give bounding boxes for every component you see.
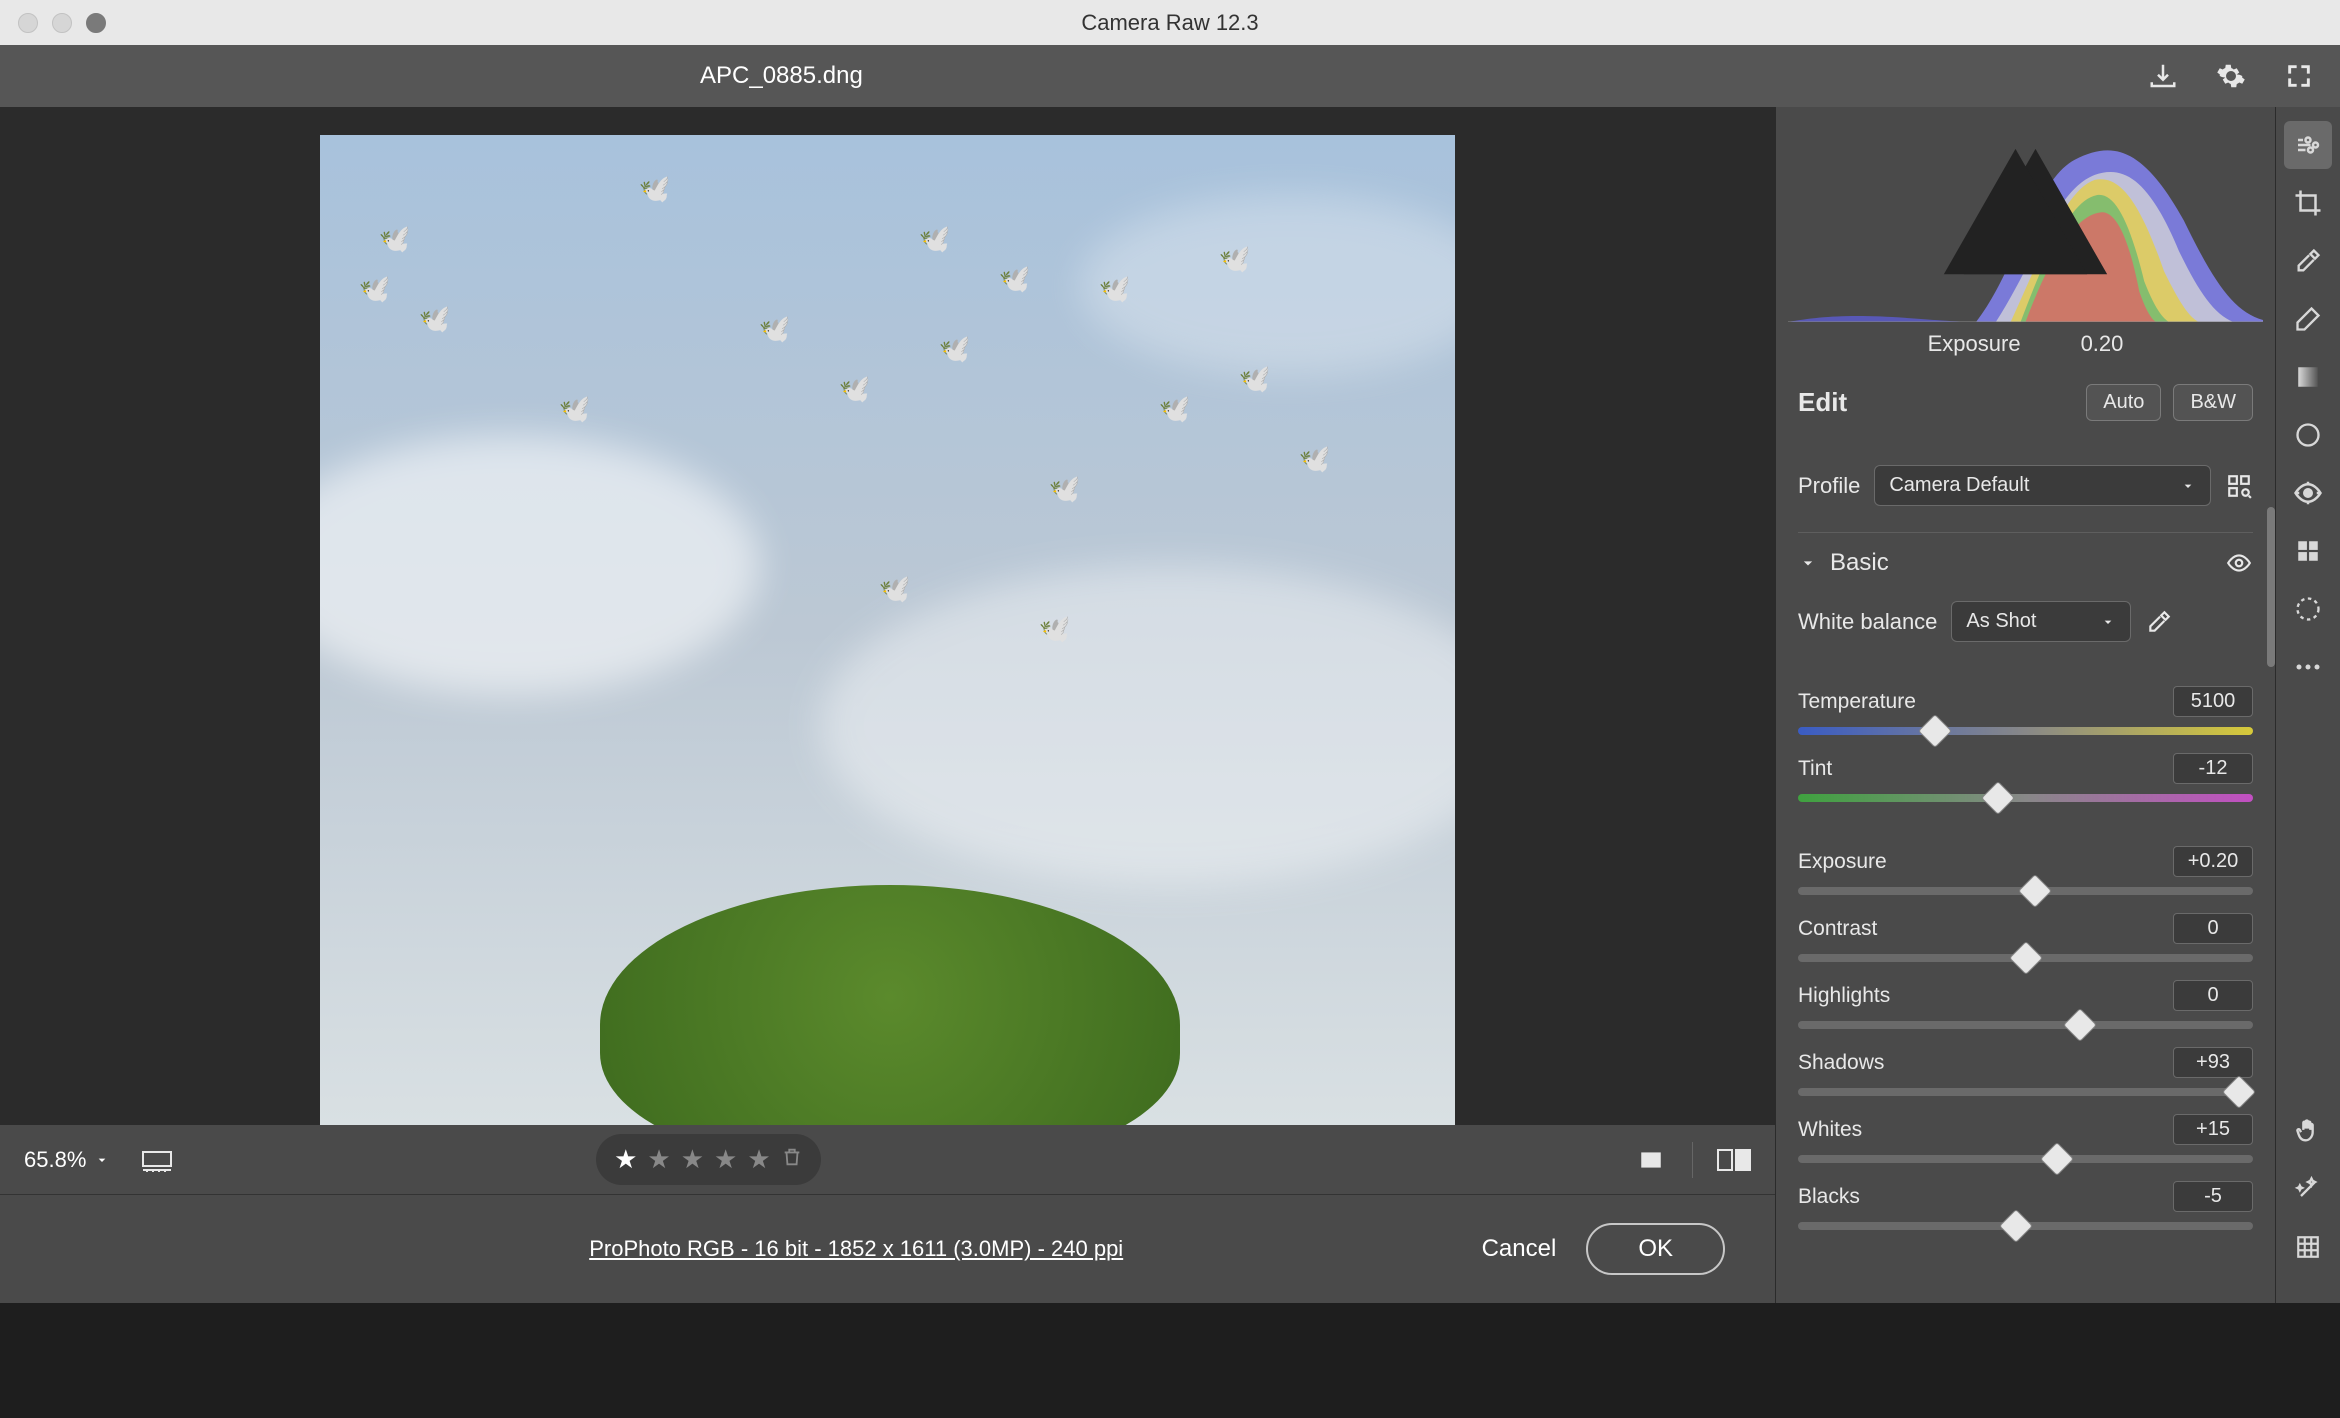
chevron-down-icon [94,1152,110,1168]
compare-view-icon[interactable] [1717,1143,1751,1177]
edit-title: Edit [1798,387,1847,418]
eyedropper-tool-icon[interactable] [2284,237,2332,285]
close-window-icon[interactable] [18,13,38,33]
before-view-icon[interactable] [1634,1143,1668,1177]
image-info[interactable]: ProPhoto RGB - 16 bit - 1852 x 1611 (3.0… [589,1236,1123,1262]
ok-button[interactable]: OK [1586,1223,1725,1275]
filmstrip-icon[interactable] [140,1143,174,1177]
exposure-slider[interactable]: Exposure +0.20 [1776,828,2275,895]
slider-value[interactable]: 5100 [2173,686,2253,717]
wb-value: As Shot [1966,610,2036,633]
slider-value[interactable]: 0 [2173,980,2253,1011]
hand-tool-icon[interactable] [2284,1107,2332,1155]
trash-icon[interactable] [781,1144,803,1175]
window-title: Camera Raw 12.3 [1081,10,1258,36]
slider-label: Tint [1798,757,1832,781]
magic-tool-icon[interactable] [2284,1165,2332,1213]
temperature-slider[interactable]: Temperature 5100 [1776,668,2275,735]
wb-eyedropper-icon[interactable] [2145,608,2173,636]
star-3[interactable]: ★ [681,1144,704,1175]
presets-tool-icon[interactable] [2284,527,2332,575]
slider-label: Contrast [1798,917,1877,941]
image-preview[interactable]: 🕊️ 🕊️ 🕊️ 🕊️ 🕊️ 🕊️ 🕊️ 🕊️ 🕊️ 🕊️ 🕊️ 🕊️ 🕊️ 🕊… [320,135,1455,1125]
slider-value[interactable]: +0.20 [2173,846,2253,877]
blacks-slider[interactable]: Blacks -5 [1776,1163,2275,1230]
basic-section-header[interactable]: Basic [1776,533,2275,587]
grid-tool-icon[interactable] [2284,1223,2332,1271]
minimize-window-icon[interactable] [52,13,72,33]
chevron-down-icon [1798,553,1818,573]
star-2[interactable]: ★ [647,1144,670,1175]
edit-panel: Exposure 0.20 Edit Auto B&W Profile Came… [1775,107,2275,1303]
profile-label: Profile [1798,473,1860,499]
star-4[interactable]: ★ [714,1144,737,1175]
chevron-down-icon [2100,614,2116,630]
slider-label: Whites [1798,1118,1862,1142]
highlight-clip-icon[interactable] [1766,113,2265,328]
slider-value[interactable]: 0 [2173,913,2253,944]
wb-label: White balance [1798,609,1937,635]
canvas-toolbar: 65.8% ★ ★ ★ ★ ★ [0,1125,1775,1194]
more-tool-icon[interactable] [2284,643,2332,691]
traffic-lights [18,13,106,33]
save-icon[interactable] [2146,59,2180,93]
divider [1692,1142,1693,1178]
basic-label: Basic [1830,549,1889,577]
profile-browser-icon[interactable] [2225,472,2253,500]
image-canvas-area[interactable]: 🕊️ 🕊️ 🕊️ 🕊️ 🕊️ 🕊️ 🕊️ 🕊️ 🕊️ 🕊️ 🕊️ 🕊️ 🕊️ 🕊… [0,107,1775,1125]
slider-label: Exposure [1798,850,1887,874]
histogram-label: Exposure [1928,331,2021,357]
auto-button[interactable]: Auto [2086,384,2161,421]
brush-tool-icon[interactable] [2284,295,2332,343]
whites-slider[interactable]: Whites +15 [1776,1096,2275,1163]
document-header: APC_0885.dng [0,45,2340,107]
contrast-slider[interactable]: Contrast 0 [1776,895,2275,962]
bw-button[interactable]: B&W [2173,384,2253,421]
crop-tool-icon[interactable] [2284,179,2332,227]
cancel-button[interactable]: Cancel [1482,1235,1557,1263]
zoom-window-icon[interactable] [86,13,106,33]
slider-value[interactable]: -12 [2173,753,2253,784]
zoom-value: 65.8% [24,1147,86,1173]
gradient-tool-icon[interactable] [2284,353,2332,401]
fullscreen-icon[interactable] [2282,59,2316,93]
titlebar: Camera Raw 12.3 [0,0,2340,45]
filename-label: APC_0885.dng [700,62,863,90]
radial-tool-icon[interactable] [2284,411,2332,459]
spot-tool-icon[interactable] [2284,585,2332,633]
slider-label: Shadows [1798,1051,1884,1075]
rating-stars: ★ ★ ★ ★ ★ [596,1134,821,1185]
zoom-level[interactable]: 65.8% [24,1147,110,1173]
slider-label: Highlights [1798,984,1890,1008]
slider-label: Blacks [1798,1185,1860,1209]
redeye-tool-icon[interactable] [2284,469,2332,517]
star-5[interactable]: ★ [747,1144,770,1175]
edit-tool-icon[interactable] [2284,121,2332,169]
slider-thumb[interactable] [1999,1209,2033,1243]
profile-value: Camera Default [1889,474,2029,497]
star-1[interactable]: ★ [614,1144,637,1175]
slider-value[interactable]: +15 [2173,1114,2253,1145]
chevron-down-icon [2180,478,2196,494]
histogram-value: 0.20 [2081,331,2124,357]
histogram[interactable] [1776,107,2275,322]
slider-value[interactable]: +93 [2173,1047,2253,1078]
panel-scrollbar[interactable] [2267,507,2275,667]
footer: ProPhoto RGB - 16 bit - 1852 x 1611 (3.0… [0,1194,1775,1303]
settings-gear-icon[interactable] [2214,59,2248,93]
shadows-slider[interactable]: Shadows +93 [1776,1029,2275,1096]
slider-value[interactable]: -5 [2173,1181,2253,1212]
profile-select[interactable]: Camera Default [1874,465,2211,506]
tint-slider[interactable]: Tint -12 [1776,735,2275,802]
slider-label: Temperature [1798,690,1916,714]
histogram-readout: Exposure 0.20 [1776,322,2275,366]
wb-select[interactable]: As Shot [1951,601,2131,642]
visibility-eye-icon[interactable] [2225,549,2253,577]
